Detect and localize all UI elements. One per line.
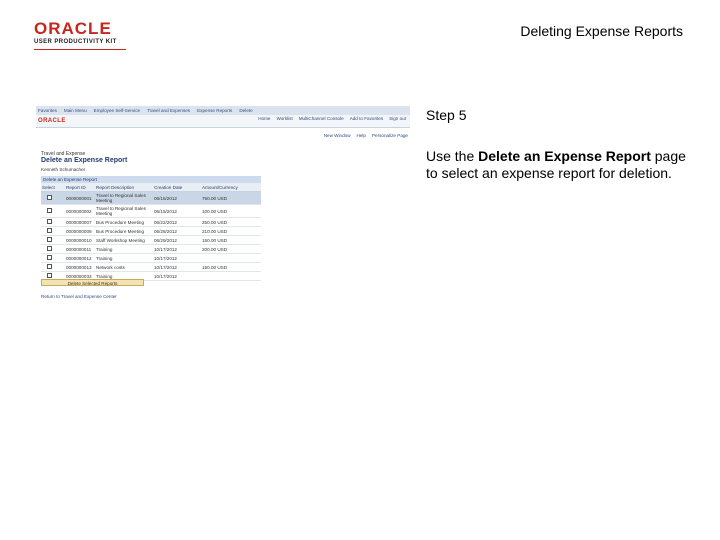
nav-link[interactable]: Employee Self-Service	[94, 108, 140, 113]
grid-title: Delete an Expense Report	[41, 176, 261, 183]
table-row: 0000000010 Staff Workshop Meeting 06/29/…	[41, 235, 261, 245]
nav-link[interactable]: Main Menu	[64, 108, 87, 113]
document-title: Deleting Expense Reports	[520, 23, 683, 39]
creation-date: 10/17/2012	[153, 262, 201, 272]
amount	[201, 271, 261, 281]
report-description: Staff Workshop Meeting	[95, 235, 153, 245]
creation-date: 06/15/2012	[153, 204, 201, 218]
report-description: Bus Procedure Meeting	[95, 226, 153, 236]
report-id: 0000000011	[65, 244, 95, 254]
page-name-emphasis: Delete an Expense Report	[478, 148, 651, 164]
report-description: Travel to Regional Sales Meeting	[95, 204, 153, 218]
select-checkbox[interactable]	[47, 237, 52, 242]
app-logo: ORACLE	[38, 118, 66, 124]
amount: 150.00 USD	[201, 235, 261, 245]
amount: 150.00 USD	[201, 262, 261, 272]
description-text: Use the	[426, 148, 479, 164]
column-header: Creation Date	[153, 183, 201, 192]
multichannel-link[interactable]: MultiChannel Console	[299, 116, 344, 121]
home-link[interactable]: Home	[258, 116, 270, 121]
table-row: 0000000011 Training 10/17/2012 200.00 US…	[41, 244, 261, 254]
column-header: Amount/Currency	[201, 183, 261, 192]
sign-out-link[interactable]: Sign out	[389, 116, 406, 121]
page-links: New Window Help Personalize Page	[324, 133, 408, 138]
select-checkbox[interactable]	[47, 264, 52, 269]
column-header: Select	[41, 183, 65, 192]
help-link[interactable]: Help	[357, 133, 366, 138]
report-id: 0000000012	[65, 253, 95, 263]
select-checkbox[interactable]	[47, 228, 52, 233]
report-id: 0000000013	[65, 262, 95, 272]
delete-selected-button[interactable]: Delete Selected Reports	[41, 279, 144, 286]
oracle-upk-logo: ORACLE USER PRODUCTIVITY KIT	[34, 20, 126, 50]
creation-date: 10/17/2012	[153, 271, 201, 281]
select-checkbox[interactable]	[47, 255, 52, 260]
select-checkbox[interactable]	[47, 246, 52, 251]
report-id: 0000000007	[65, 217, 95, 227]
report-id: 0000000010	[65, 235, 95, 245]
personalize-link[interactable]: Personalize Page	[372, 133, 408, 138]
select-checkbox[interactable]	[47, 195, 52, 200]
table-row: 0000000009 Bus Procedure Meeting 06/28/2…	[41, 226, 261, 236]
creation-date: 06/22/2012	[153, 217, 201, 227]
return-link[interactable]: Return to Travel and Expense Center	[41, 294, 117, 299]
amount: 100.00 USD	[201, 204, 261, 218]
column-header: Report ID	[65, 183, 95, 192]
grid-header-row: Select Report ID Report Description Crea…	[41, 183, 261, 192]
new-window-link[interactable]: New Window	[324, 133, 351, 138]
logo-divider	[34, 49, 126, 50]
nav-link[interactable]: Expense Reports	[197, 108, 232, 113]
report-id: 0000000001	[65, 191, 95, 205]
worklist-link[interactable]: Worklist	[276, 116, 292, 121]
select-checkbox[interactable]	[47, 273, 52, 278]
creation-date: 06/28/2012	[153, 226, 201, 236]
nav-link[interactable]: Delete	[239, 108, 252, 113]
table-row: 0000000002 Travel to Regional Sales Meet…	[41, 204, 261, 218]
table-row: 0000000007 Bus Procedure Meeting 06/22/2…	[41, 217, 261, 227]
step-label: Step 5	[426, 107, 467, 123]
amount: 750.00 USD	[201, 191, 261, 205]
select-checkbox[interactable]	[47, 208, 52, 213]
table-row: 0000000001 Travel to Regional Sales Meet…	[41, 191, 261, 205]
nav-link[interactable]: Travel and Expenses	[147, 108, 190, 113]
select-checkbox[interactable]	[47, 219, 52, 224]
logo-wordmark: ORACLE	[34, 19, 112, 38]
nav-bar: Favorites Main Menu Employee Self-Servic…	[36, 106, 410, 115]
report-description: Bus Procedure Meeting	[95, 217, 153, 227]
column-header: Report Description	[95, 183, 153, 192]
application-screenshot: Favorites Main Menu Employee Self-Servic…	[36, 106, 410, 306]
header-links: Home Worklist MultiChannel Console Add t…	[258, 116, 406, 121]
report-id: 0000000002	[65, 204, 95, 218]
creation-date: 10/17/2012	[153, 244, 201, 254]
report-description: Network costs	[95, 262, 153, 272]
amount: 250.00 USD	[201, 217, 261, 227]
report-id: 0000000009	[65, 226, 95, 236]
step-description: Use the Delete an Expense Report page to…	[426, 148, 691, 182]
report-description: Travel to Regional Sales Meeting	[95, 191, 153, 205]
amount: 200.00 USD	[201, 244, 261, 254]
brand-bar: ORACLE Home Worklist MultiChannel Consol…	[36, 115, 410, 128]
creation-date: 06/15/2012	[153, 191, 201, 205]
creation-date: 06/29/2012	[153, 235, 201, 245]
table-row: 0000000012 Training 10/17/2012	[41, 253, 261, 263]
logo-subtitle: USER PRODUCTIVITY KIT	[34, 39, 117, 45]
creation-date: 10/17/2012	[153, 253, 201, 263]
amount	[201, 253, 261, 263]
amount: 210.00 USD	[201, 226, 261, 236]
employee-name: Kenneth Schumacher	[41, 167, 86, 172]
nav-link[interactable]: Favorites	[38, 108, 57, 113]
report-description: Training	[95, 253, 153, 263]
page-title: Delete an Expense Report	[41, 157, 128, 164]
add-favorites-link[interactable]: Add to Favorites	[350, 116, 383, 121]
expense-report-grid: Select Report ID Report Description Crea…	[41, 183, 261, 281]
report-description: Training	[95, 244, 153, 254]
table-row: 0000000013 Network costs 10/17/2012 150.…	[41, 262, 261, 272]
